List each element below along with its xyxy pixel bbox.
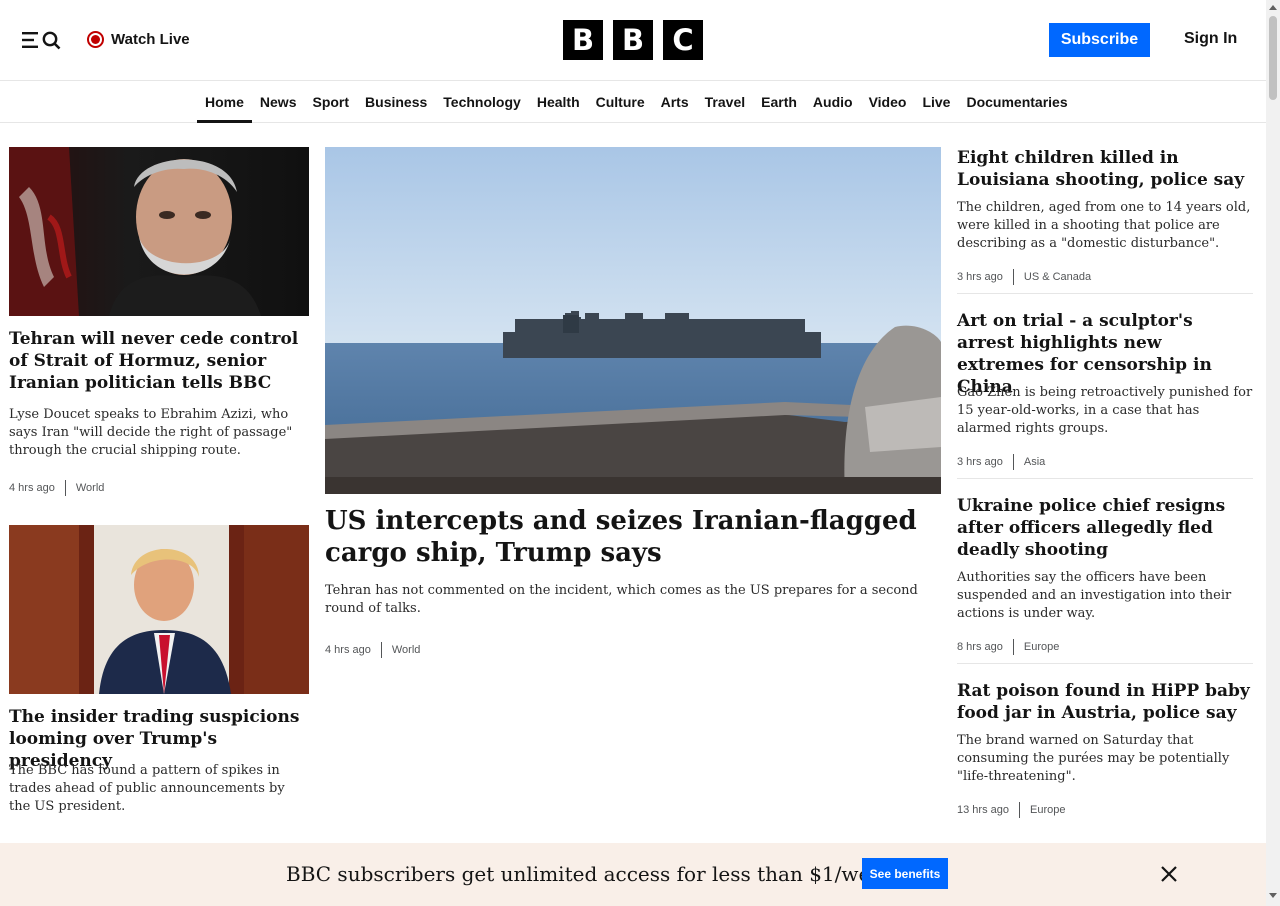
story-time: 4 hrs ago <box>9 482 55 494</box>
story-section-link[interactable]: Asia <box>1024 456 1045 468</box>
nav-item-arts[interactable]: Arts <box>653 81 697 123</box>
nav-item-news[interactable]: News <box>252 81 305 123</box>
nav-item-culture[interactable]: Culture <box>588 81 653 123</box>
close-icon <box>1161 866 1177 882</box>
story-time: 3 hrs ago <box>957 271 1003 283</box>
nav-item-earth[interactable]: Earth <box>753 81 805 123</box>
story-meta: 13 hrs ago Europe <box>957 802 1065 818</box>
live-indicator-icon <box>87 30 104 48</box>
story-meta: 4 hrs ago World <box>9 480 104 496</box>
nav-item-travel[interactable]: Travel <box>697 81 753 123</box>
story-time: 8 hrs ago <box>957 641 1003 653</box>
scroll-up-arrow-icon[interactable] <box>1269 5 1277 10</box>
nav-item-video[interactable]: Video <box>861 81 915 123</box>
logo-letter-b1: B <box>563 20 603 60</box>
scroll-down-arrow-icon[interactable] <box>1269 893 1277 898</box>
story-summary: Authorities say the officers have been s… <box>957 570 1232 621</box>
see-benefits-button[interactable]: See benefits <box>862 858 948 889</box>
story-meta: 8 hrs ago Europe <box>957 639 1059 655</box>
nav-item-documentaries[interactable]: Documentaries <box>958 81 1075 123</box>
menu-icon <box>22 31 61 50</box>
lead-story-meta: 4 hrs ago World <box>325 642 420 658</box>
story-summary: Gao Zhen is being retroactively punished… <box>957 385 1253 436</box>
logo-letter-c: C <box>663 20 703 60</box>
scrollbar-thumb[interactable] <box>1269 16 1277 100</box>
nav-item-live[interactable]: Live <box>914 81 958 123</box>
bbc-logo[interactable]: B B C <box>563 20 703 60</box>
watch-live-link[interactable]: Watch Live <box>87 29 190 49</box>
story-image-azizi[interactable] <box>9 147 309 316</box>
story-time: 13 hrs ago <box>957 804 1009 816</box>
meta-divider <box>1012 639 1014 655</box>
nav-list: Home News Sport Business Technology Heal… <box>197 81 1076 123</box>
story-headline[interactable]: Ukraine police chief resigns after offic… <box>957 495 1253 561</box>
story-summary: The children, aged from one to 14 years … <box>957 200 1251 251</box>
nav-item-business[interactable]: Business <box>357 81 435 123</box>
sign-in-link[interactable]: Sign In <box>1184 30 1237 48</box>
meta-divider <box>64 480 66 496</box>
story-time: 3 hrs ago <box>957 456 1003 468</box>
logo-letter-b2: B <box>613 20 653 60</box>
lead-story-image-cargo-ship[interactable] <box>325 147 941 494</box>
lead-story-headline[interactable]: US intercepts and seizes Iranian-flagged… <box>325 505 941 569</box>
subscription-banner: BBC subscribers get unlimited access for… <box>0 843 1266 906</box>
nav-item-technology[interactable]: Technology <box>435 81 529 123</box>
site-header: Watch Live B B C Subscribe Sign In <box>0 0 1266 81</box>
story-headline[interactable]: Eight children killed in Louisiana shoot… <box>957 147 1253 191</box>
meta-divider <box>380 642 382 658</box>
story-divider <box>957 478 1253 479</box>
nav-item-sport[interactable]: Sport <box>304 81 357 123</box>
story-section-link[interactable]: Europe <box>1024 641 1059 653</box>
story-section-link[interactable]: Europe <box>1030 804 1065 816</box>
story-summary: Lyse Doucet speaks to Ebrahim Azizi, who… <box>9 407 293 458</box>
page-scrollbar[interactable] <box>1266 0 1280 906</box>
nav-item-home[interactable]: Home <box>197 81 252 123</box>
menu-search-button[interactable] <box>20 28 64 52</box>
story-divider <box>957 293 1253 294</box>
story-headline[interactable]: Tehran will never cede control of Strait… <box>9 328 309 394</box>
story-summary: The brand warned on Saturday that consum… <box>957 733 1230 784</box>
story-divider <box>957 663 1253 664</box>
search-icon <box>42 31 61 50</box>
watch-live-label: Watch Live <box>111 30 190 48</box>
banner-close-button[interactable] <box>1157 862 1181 886</box>
story-section-link[interactable]: World <box>76 482 105 494</box>
banner-message: BBC subscribers get unlimited access for… <box>286 862 895 886</box>
nav-item-audio[interactable]: Audio <box>805 81 861 123</box>
story-meta: 3 hrs ago Asia <box>957 454 1045 470</box>
story-image-trump[interactable] <box>9 525 309 694</box>
story-section-link[interactable]: World <box>392 644 421 656</box>
lead-story-summary: Tehran has not commented on the incident… <box>325 583 918 616</box>
meta-divider <box>1012 269 1014 285</box>
subscribe-button[interactable]: Subscribe <box>1049 23 1150 57</box>
story-section-link[interactable]: US & Canada <box>1024 271 1091 283</box>
story-headline[interactable]: Rat poison found in HiPP baby food jar i… <box>957 680 1253 724</box>
nav-item-health[interactable]: Health <box>529 81 588 123</box>
story-summary: The BBC has found a pattern of spikes in… <box>9 763 285 814</box>
story-meta: 3 hrs ago US & Canada <box>957 269 1091 285</box>
meta-divider <box>1018 802 1020 818</box>
main-nav: Home News Sport Business Technology Heal… <box>0 81 1266 123</box>
story-time: 4 hrs ago <box>325 644 371 656</box>
meta-divider <box>1012 454 1014 470</box>
